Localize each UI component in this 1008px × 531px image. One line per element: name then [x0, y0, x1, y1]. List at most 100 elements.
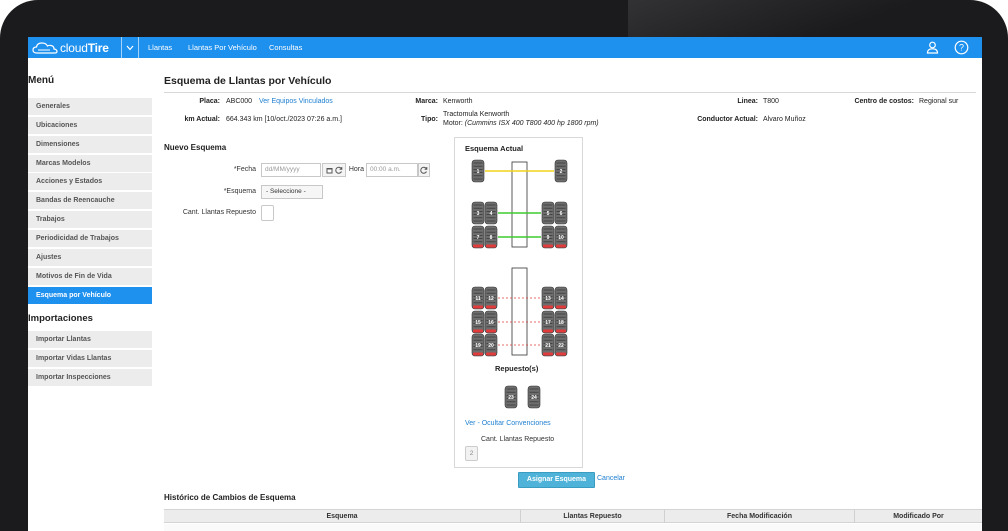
svg-text:20: 20	[488, 343, 494, 349]
linea-value: T800	[763, 98, 779, 105]
marca-label: Marca:	[415, 98, 438, 105]
cancel-link[interactable]: Cancelar	[597, 475, 625, 482]
svg-text:9: 9	[547, 235, 550, 241]
tire-5[interactable]: 5	[541, 201, 555, 225]
nav-consultas[interactable]: Consultas	[269, 37, 302, 58]
esquema-select[interactable]: - Seleccione -	[261, 185, 323, 199]
svg-text:1: 1	[477, 169, 480, 175]
tire-21[interactable]: 21	[541, 333, 555, 357]
tire-3[interactable]: 3	[471, 201, 485, 225]
svg-text:3: 3	[477, 211, 480, 217]
svg-text:21: 21	[545, 343, 551, 349]
motor-value: (Cummins ISX 400 T800 400 hp 1800 rpm)	[464, 120, 599, 127]
repuesto-input[interactable]	[261, 205, 274, 221]
col-esquema[interactable]: Esquema	[164, 510, 520, 523]
sidebar-item-dimensiones[interactable]: Dimensiones	[28, 136, 152, 153]
user-icon[interactable]	[925, 40, 940, 55]
hora-input[interactable]: 00:00 a.m.	[366, 163, 418, 177]
assign-scheme-button[interactable]: Asignar Esquema	[518, 472, 595, 488]
motor-line: Motor: (Cummins ISX 400 T800 400 hp 1800…	[443, 120, 599, 127]
app-screen: cloudTire Llantas Llantas Por Vehículo C…	[28, 37, 982, 531]
tire-8[interactable]: 8	[484, 225, 498, 249]
sidebar-item-acciones-estados[interactable]: Acciones y Estados	[28, 173, 152, 190]
sidebar-item-marcas-modelos[interactable]: Marcas Modelos	[28, 155, 152, 172]
sidebar-item-ubicaciones[interactable]: Ubicaciones	[28, 117, 152, 134]
tire-13[interactable]: 13	[541, 286, 555, 310]
tire-23[interactable]: 23	[504, 385, 518, 409]
sidebar-item-generales[interactable]: Generales	[28, 98, 152, 115]
placa-value: ABC000	[226, 98, 253, 105]
date-picker-button[interactable]	[322, 163, 346, 177]
sidebar-item-importar-llantas[interactable]: Importar Llantas	[28, 331, 152, 348]
tire-19[interactable]: 19	[471, 333, 485, 357]
tire-1[interactable]: 1	[471, 159, 485, 183]
trailer-chassis	[511, 267, 528, 356]
hora-label: Hora	[348, 166, 364, 173]
conductor-label: Conductor Actual:	[697, 116, 758, 123]
fecha-label: *Fecha	[233, 166, 256, 173]
tire-24[interactable]: 24	[527, 385, 541, 409]
current-scheme-panel: Esquema Actual 1 2 3 4 5 6 7 8 9 10 11 12 13 14 15 16 17…	[454, 137, 583, 468]
history-title: Histórico de Cambios de Esquema	[164, 493, 296, 502]
app-logo[interactable]: cloudTire	[32, 39, 109, 56]
svg-text:23: 23	[508, 395, 514, 401]
tire-2[interactable]: 2	[554, 159, 568, 183]
menu-dropdown-toggle[interactable]	[121, 37, 139, 58]
tire-11[interactable]: 11	[471, 286, 485, 310]
km-label: km Actual:	[184, 116, 220, 123]
tire-9[interactable]: 9	[541, 225, 555, 249]
placa-label: Placa:	[199, 98, 220, 105]
nav-llantas[interactable]: Llantas	[148, 37, 172, 58]
linked-equipment-link[interactable]: Ver Equipos Vinculados	[259, 98, 333, 105]
esquema-label: *Esquema	[223, 188, 256, 195]
svg-text:8: 8	[490, 235, 493, 241]
sidebar-item-periodicidad-trabajos[interactable]: Periodicidad de Trabajos	[28, 230, 152, 247]
svg-text:11: 11	[475, 296, 481, 302]
fecha-input[interactable]: dd/MM/yyyy	[261, 163, 321, 177]
nav-llantas-por-vehiculo[interactable]: Llantas Por Vehículo	[188, 37, 257, 58]
tire-7[interactable]: 7	[471, 225, 485, 249]
svg-text:5: 5	[547, 211, 550, 217]
col-modificado-por[interactable]: Modificado Por	[854, 510, 982, 523]
linea-label: Linea:	[737, 98, 758, 105]
tire-14[interactable]: 14	[554, 286, 568, 310]
centro-costos-label: Centro de costos:	[854, 98, 914, 105]
svg-text:2: 2	[560, 169, 563, 175]
refresh-icon	[334, 166, 342, 174]
tire-10[interactable]: 10	[554, 225, 568, 249]
page-title: Esquema de Llantas por Vehículo	[164, 75, 332, 87]
tire-12[interactable]: 12	[484, 286, 498, 310]
tire-16[interactable]: 16	[484, 310, 498, 334]
tire-22[interactable]: 22	[554, 333, 568, 357]
col-llantas-repuesto[interactable]: Llantas Repuesto	[520, 510, 664, 523]
time-refresh-button[interactable]	[418, 163, 430, 177]
toggle-conventions-link[interactable]: Ver - Ocultar Convenciones	[465, 420, 551, 427]
tire-17[interactable]: 17	[541, 310, 555, 334]
tire-15[interactable]: 15	[471, 310, 485, 334]
marca-value: Kenworth	[443, 98, 473, 105]
logo-wordmark: cloudTire	[60, 40, 109, 55]
top-navbar: cloudTire Llantas Llantas Por Vehículo C…	[28, 37, 982, 58]
tire-20[interactable]: 20	[484, 333, 498, 357]
sidebar-item-ajustes[interactable]: Ajustes	[28, 249, 152, 266]
sidebar-item-bandas-reencauche[interactable]: Bandas de Reencauche	[28, 192, 152, 209]
tire-6[interactable]: 6	[554, 201, 568, 225]
sidebar-imports-title: Importaciones	[28, 313, 93, 324]
svg-text:18: 18	[558, 320, 564, 326]
tire-18[interactable]: 18	[554, 310, 568, 334]
sidebar-item-esquema-vehiculo[interactable]: Esquema por Vehículo	[28, 287, 152, 304]
col-fecha-modificacion[interactable]: Fecha Modificación	[664, 510, 854, 523]
help-icon[interactable]: ?	[954, 40, 969, 55]
sidebar-item-motivos-fin-vida[interactable]: Motivos de Fin de Vida	[28, 268, 152, 285]
refresh-icon	[420, 166, 428, 174]
sidebar-item-importar-vidas-llantas[interactable]: Importar Vidas Llantas	[28, 350, 152, 367]
sidebar-item-trabajos[interactable]: Trabajos	[28, 211, 152, 228]
svg-text:12: 12	[488, 296, 494, 302]
svg-text:13: 13	[545, 296, 551, 302]
repuesto-label: Cant. Llantas Repuesto	[182, 209, 256, 216]
table-row[interactable]	[164, 524, 982, 531]
svg-text:19: 19	[475, 343, 481, 349]
sidebar-item-importar-inspecciones[interactable]: Importar Inspecciones	[28, 369, 152, 386]
new-scheme-title: Nuevo Esquema	[164, 143, 227, 152]
tire-4[interactable]: 4	[484, 201, 498, 225]
